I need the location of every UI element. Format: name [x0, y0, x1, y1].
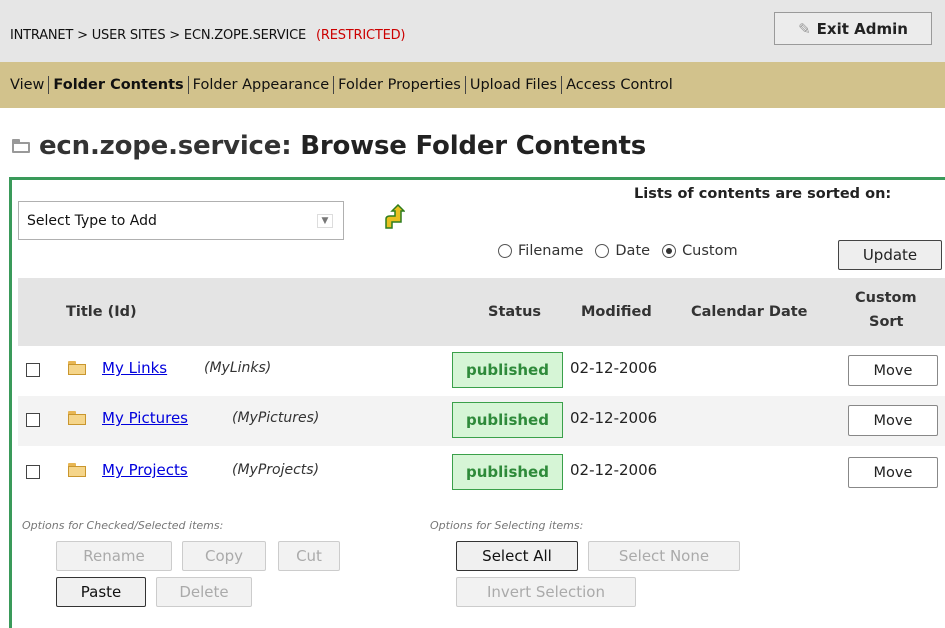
row-id: (MyPictures): [232, 410, 320, 426]
table-row: My Pictures (MyPictures) published 02-12…: [18, 396, 945, 446]
header-title[interactable]: Title (Id): [66, 304, 137, 320]
copy-button[interactable]: Copy: [182, 541, 266, 571]
sort-date-radio[interactable]: [595, 244, 610, 258]
update-button[interactable]: Update: [838, 240, 942, 270]
checked-options-label: Options for Checked/Selected items:: [22, 519, 224, 532]
row-title-link[interactable]: My Projects: [102, 461, 188, 479]
exit-admin-button[interactable]: ✎ Exit Admin: [774, 12, 932, 45]
tab-upload-files[interactable]: Upload Files: [466, 76, 563, 94]
sort-custom-label: Custom: [682, 243, 738, 259]
folder-name: ecn.zope.service:: [39, 131, 292, 161]
row-modified: 02-12-2006: [570, 409, 658, 427]
folder-icon: [12, 139, 30, 153]
sort-options: Filename Date Custom: [498, 243, 744, 259]
chevron-down-icon: ▼: [317, 214, 333, 228]
pencil-icon: ✎: [798, 19, 811, 38]
tab-folder-contents[interactable]: Folder Contents: [49, 76, 189, 94]
type-select-value: Select Type to Add: [27, 212, 157, 229]
breadcrumb: INTRANET > USER SITES > ECN.ZOPE.SERVICE…: [10, 28, 406, 43]
select-none-button[interactable]: Select None: [588, 541, 740, 571]
page-heading: ecn.zope.service: Browse Folder Contents: [39, 131, 646, 161]
header-status[interactable]: Status: [488, 304, 541, 320]
row-title-link[interactable]: My Links: [102, 359, 167, 377]
type-to-add-select[interactable]: Select Type to Add ▼: [18, 201, 344, 240]
row-modified: 02-12-2006: [570, 359, 658, 377]
up-folder-icon[interactable]: [383, 204, 405, 232]
row-checkbox[interactable]: [26, 363, 40, 377]
sort-date-label: Date: [615, 243, 651, 259]
move-button[interactable]: Move: [848, 405, 938, 436]
invert-selection-button[interactable]: Invert Selection: [456, 577, 636, 607]
status-badge: published: [452, 402, 563, 438]
row-id: (MyLinks): [204, 360, 272, 376]
heading-title: Browse Folder Contents: [300, 131, 647, 161]
tab-folder-properties[interactable]: Folder Properties: [334, 76, 466, 94]
table-row: My Links (MyLinks) published 02-12-2006 …: [18, 346, 945, 396]
row-checkbox[interactable]: [26, 413, 40, 427]
header-custom: Custom: [855, 290, 917, 306]
tab-view[interactable]: View: [6, 76, 50, 94]
header-sort: Sort: [869, 314, 904, 330]
row-checkbox[interactable]: [26, 465, 40, 479]
sort-filename-radio[interactable]: [498, 244, 512, 258]
tab-access-control[interactable]: Access Control: [562, 76, 677, 94]
sort-filename-label: Filename: [518, 243, 584, 259]
row-id: (MyProjects): [232, 462, 320, 478]
move-button[interactable]: Move: [848, 457, 938, 488]
paste-button[interactable]: Paste: [56, 577, 146, 607]
selecting-options-label: Options for Selecting items:: [430, 519, 584, 532]
breadcrumb-path[interactable]: INTRANET > USER SITES > ECN.ZOPE.SERVICE: [10, 28, 306, 43]
header-modified[interactable]: Modified: [581, 304, 652, 320]
tab-folder-appearance[interactable]: Folder Appearance: [189, 76, 335, 94]
folder-icon: [68, 411, 86, 425]
status-badge: published: [452, 352, 563, 388]
folder-icon: [68, 463, 86, 477]
cut-button[interactable]: Cut: [278, 541, 340, 571]
sort-custom-radio[interactable]: [662, 244, 677, 258]
header-calendar-date[interactable]: Calendar Date: [691, 304, 808, 320]
exit-admin-label: Exit Admin: [816, 19, 908, 38]
sort-title: Lists of contents are sorted on:: [634, 186, 892, 202]
status-badge: published: [452, 454, 563, 490]
top-bar: INTRANET > USER SITES > ECN.ZOPE.SERVICE…: [0, 0, 945, 62]
restricted-label: (RESTRICTED): [316, 28, 406, 43]
move-button[interactable]: Move: [848, 355, 938, 386]
table-header: Title (Id) Status Modified Calendar Date…: [18, 278, 945, 346]
table-row: My Projects (MyProjects) published 02-12…: [18, 448, 945, 498]
row-modified: 02-12-2006: [570, 461, 658, 479]
select-all-button[interactable]: Select All: [456, 541, 578, 571]
page-title: ecn.zope.service: Browse Folder Contents: [12, 131, 646, 161]
rename-button[interactable]: Rename: [56, 541, 172, 571]
row-title-link[interactable]: My Pictures: [102, 409, 188, 427]
folder-icon: [68, 361, 86, 375]
delete-button[interactable]: Delete: [156, 577, 252, 607]
tab-bar: View Folder Contents Folder Appearance F…: [0, 62, 945, 108]
